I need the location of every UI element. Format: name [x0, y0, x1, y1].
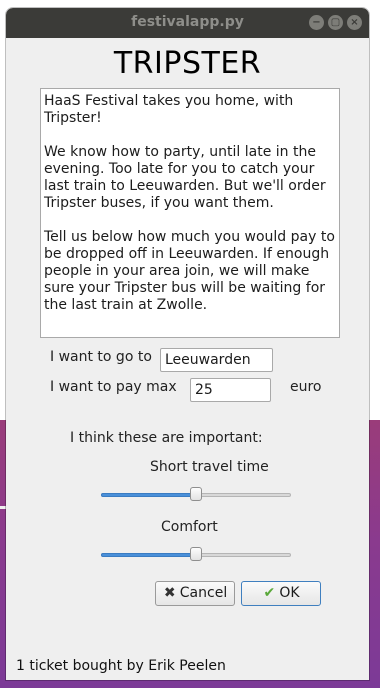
slider-fill — [101, 493, 196, 497]
cancel-button[interactable]: ✖ Cancel — [155, 581, 235, 606]
travel-time-slider[interactable] — [101, 487, 291, 503]
price-label: I want to pay max — [50, 379, 177, 395]
comfort-slider[interactable] — [101, 547, 291, 563]
app-window: festivalapp.py − ▢ × TRIPSTER HaaS Festi… — [6, 8, 369, 680]
slider-handle[interactable] — [190, 547, 202, 561]
intro-paragraph: Tell us below how much you would pay to … — [44, 229, 335, 313]
price-unit-label: euro — [290, 379, 322, 395]
status-bar-text: 1 ticket bought by Erik Peelen — [16, 658, 226, 674]
slider-fill — [101, 553, 196, 557]
ok-button[interactable]: ✔ OK — [241, 581, 321, 606]
slider-label-comfort: Comfort — [161, 519, 218, 535]
app-heading: TRIPSTER — [113, 46, 262, 81]
intro-text-box: HaaS Festival takes you home, with Trips… — [40, 88, 340, 338]
minimize-button[interactable]: − — [309, 15, 324, 30]
slider-handle[interactable] — [190, 487, 202, 501]
close-button[interactable]: × — [347, 15, 362, 30]
ok-button-label: OK — [279, 585, 300, 601]
slider-label-travel-time: Short travel time — [150, 459, 269, 475]
check-icon: ✔ — [263, 585, 276, 601]
price-input[interactable]: 25 — [190, 378, 271, 402]
importance-heading: I think these are important: — [70, 430, 263, 446]
cancel-button-label: Cancel — [179, 585, 228, 601]
destination-label: I want to go to — [50, 349, 152, 365]
destination-input[interactable]: Leeuwarden — [160, 348, 273, 372]
intro-paragraph: We know how to party, until late in the … — [44, 144, 326, 211]
intro-paragraph: HaaS Festival takes you home, with Trips… — [44, 93, 294, 126]
x-icon: ✖ — [163, 585, 176, 601]
maximize-button[interactable]: ▢ — [328, 15, 343, 30]
window-titlebar[interactable]: festivalapp.py − ▢ × — [6, 8, 369, 38]
